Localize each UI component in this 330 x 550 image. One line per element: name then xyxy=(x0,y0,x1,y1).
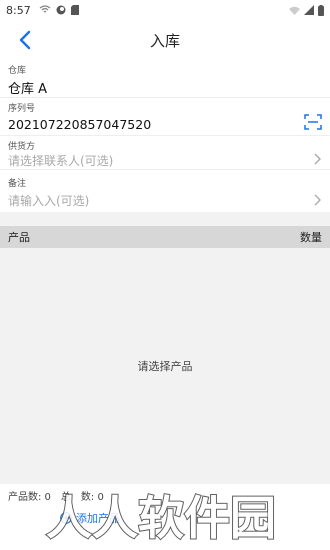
add-icon xyxy=(60,512,72,524)
battery-icon xyxy=(318,4,324,16)
status-right-icons xyxy=(289,4,324,16)
product-list-header: 产品 数量 xyxy=(0,226,330,248)
total-label: 总 xyxy=(60,492,71,503)
cell-signal-icon xyxy=(304,5,314,15)
warehouse-label: 仓库 xyxy=(8,66,27,76)
note-label: 备注 xyxy=(8,179,27,189)
summary-row: 产品数: 0 总 数: 0 xyxy=(8,488,104,503)
add-product-button[interactable]: 添加产品 xyxy=(60,510,120,526)
app-status-icon xyxy=(56,5,66,15)
chevron-right-icon xyxy=(314,194,321,206)
back-arrow-icon[interactable] xyxy=(14,28,38,52)
note-field[interactable]: 备注 请输入入(可选) xyxy=(0,172,330,212)
app-bar: 入库 xyxy=(0,20,330,60)
supplier-field[interactable]: 供货方 请选择联系人(可选) xyxy=(0,136,330,170)
warehouse-value: 仓库 A xyxy=(8,82,48,97)
chevron-right-icon xyxy=(314,153,321,165)
wifi-signal-icon xyxy=(289,6,300,15)
footer-bar: 产品数: 0 总 数: 0 添加产品 xyxy=(0,484,330,550)
sim-status-icon xyxy=(70,5,79,15)
status-time: 8:57 xyxy=(6,3,31,17)
total-count: 数: 0 xyxy=(80,492,104,503)
wifi-status-icon xyxy=(39,5,51,13)
scan-icon[interactable] xyxy=(304,114,322,130)
add-product-label: 添加产品 xyxy=(76,512,120,525)
warehouse-field[interactable]: 仓库 仓库 A xyxy=(0,60,330,98)
supplier-label: 供货方 xyxy=(8,142,36,152)
section-divider xyxy=(0,212,330,226)
status-bar: 8:57 xyxy=(0,0,330,20)
page-title: 入库 xyxy=(149,31,180,50)
quantity-column-header: 数量 xyxy=(300,231,322,244)
serial-label: 序列号 xyxy=(8,104,36,114)
empty-list-text: 请选择产品 xyxy=(137,360,193,373)
product-count: 产品数: 0 xyxy=(8,492,51,503)
serial-field[interactable]: 序列号 202107220857047520 xyxy=(0,98,330,136)
supplier-placeholder: 请选择联系人(可选) xyxy=(8,154,114,168)
serial-value: 202107220857047520 xyxy=(8,117,152,132)
status-left-icons xyxy=(39,5,79,15)
product-list: 请选择产品 xyxy=(0,248,330,484)
product-column-header: 产品 xyxy=(8,231,30,244)
note-placeholder: 请输入入(可选) xyxy=(8,194,90,208)
